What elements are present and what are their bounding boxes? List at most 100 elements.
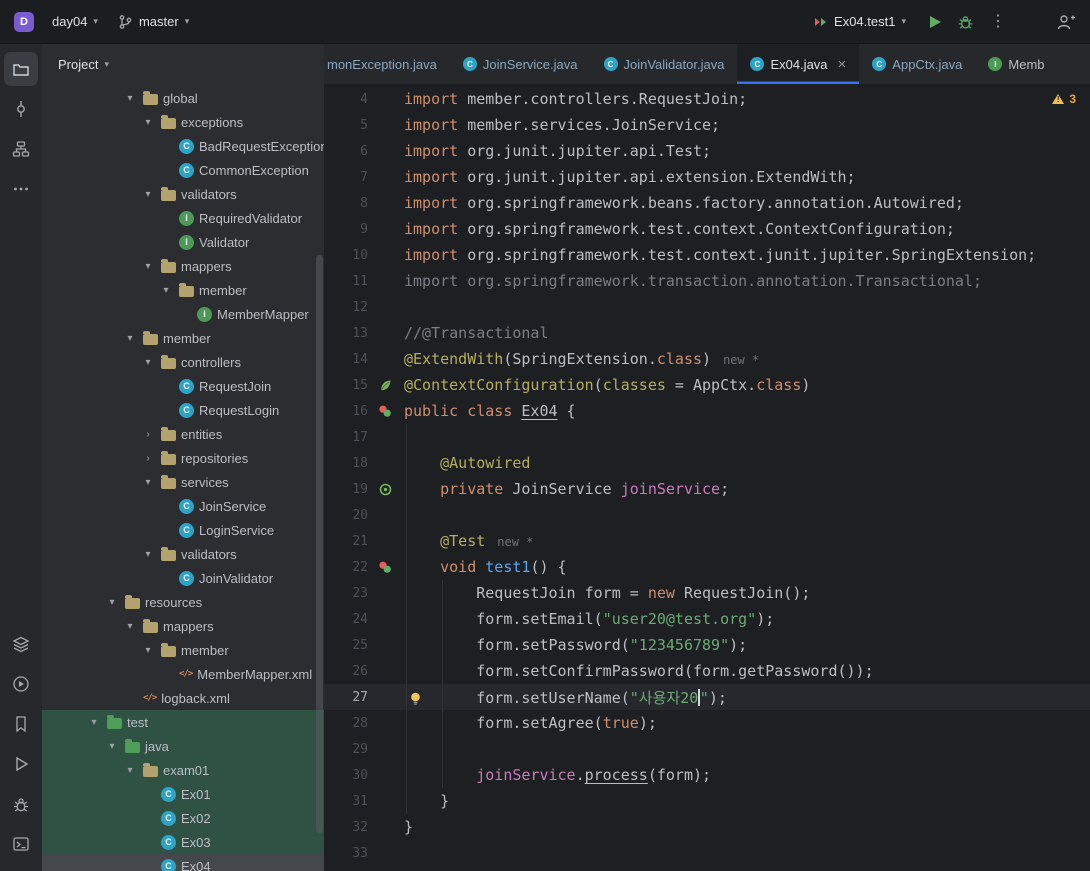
code-line-27[interactable]: 27 form.setUserName("사용자20 "); [324,684,1090,710]
chevron-down-icon[interactable]: ▾ [140,117,156,128]
code-text[interactable]: import member.controllers.RequestJoin; [402,90,1090,108]
code-line-8[interactable]: 8 import org.springframework.beans.factor… [324,190,1090,216]
tab-memb[interactable]: I Memb [975,44,1057,84]
chevron-right-icon[interactable]: › [140,429,156,440]
chevron-down-icon[interactable]: ▾ [140,645,156,656]
line-number[interactable]: 33 [324,846,368,861]
structure-tool-button[interactable] [4,132,38,166]
line-number[interactable]: 21 [324,534,368,549]
line-number[interactable]: 15 [324,378,368,393]
code-text[interactable]: RequestJoin form = new RequestJoin(); [402,584,1090,602]
tree-item-java[interactable]: ▾ java [42,734,324,758]
tree-item-controllers[interactable]: ▾ controllers [42,350,324,374]
code-text[interactable]: form.setAgree(true); [402,714,1090,732]
code-line-23[interactable]: 23 RequestJoin form = new RequestJoin(); [324,580,1090,606]
run-test-gutter-icon[interactable] [378,404,392,418]
tree-item-ex03[interactable]: C Ex03 [42,830,324,854]
code-line-17[interactable]: 17 [324,424,1090,450]
line-number[interactable]: 22 [324,560,368,575]
tree-item-member[interactable]: ▾ member [42,638,324,662]
tree-item-mappers[interactable]: ▾ mappers [42,614,324,638]
tree-item-member[interactable]: ▾ member [42,278,324,302]
chevron-down-icon[interactable]: ▾ [122,621,138,632]
spring-bean-gutter-icon[interactable] [379,483,392,496]
chevron-down-icon[interactable]: ▾ [122,93,138,104]
tree-item-joinservice[interactable]: C JoinService [42,494,324,518]
code-line-19[interactable]: 19 private JoinService joinService; [324,476,1090,502]
line-number[interactable]: 12 [324,300,368,315]
line-number[interactable]: 26 [324,664,368,679]
tree-item-ex02[interactable]: C Ex02 [42,806,324,830]
code-line-9[interactable]: 9 import org.springframework.test.context… [324,216,1090,242]
tree-item-requestlogin[interactable]: C RequestLogin [42,398,324,422]
line-number[interactable]: 28 [324,716,368,731]
code-line-25[interactable]: 25 form.setPassword("123456789"); [324,632,1090,658]
debug-button[interactable] [957,13,974,30]
code-text[interactable]: import org.junit.jupiter.api.Test; [402,142,1090,160]
tab-monexception-java[interactable]: monException.java [324,44,450,84]
collaborate-button[interactable] [1056,13,1076,31]
code-line-28[interactable]: 28 form.setAgree(true); [324,710,1090,736]
terminal-tool-button[interactable] [4,827,38,861]
chevron-down-icon[interactable]: ▾ [104,741,120,752]
code-text[interactable]: @ContextConfiguration(classes = AppCtx.c… [402,376,1090,394]
line-number[interactable]: 23 [324,586,368,601]
line-number[interactable]: 4 [324,92,368,107]
tree-item-repositories[interactable]: › repositories [42,446,324,470]
tab-appctx-java[interactable]: C AppCtx.java [859,44,975,84]
branch-switcher[interactable]: master ▾ [110,10,197,34]
code-line-21[interactable]: 21 @Test new * [324,528,1090,554]
tab-close-icon[interactable]: × [838,57,847,72]
line-number[interactable]: 6 [324,144,368,159]
tree-item-member[interactable]: ▾ member [42,326,324,350]
project-switcher[interactable]: day04 ▾ [44,10,106,33]
code-line-26[interactable]: 26 form.setConfirmPassword(form.getPassw… [324,658,1090,684]
run-button[interactable] [930,15,941,28]
chevron-down-icon[interactable]: ▾ [140,261,156,272]
code-line-6[interactable]: 6 import org.junit.jupiter.api.Test; [324,138,1090,164]
line-number[interactable]: 24 [324,612,368,627]
line-number[interactable]: 14 [324,352,368,367]
code-text[interactable]: public class Ex04 { [402,402,1090,420]
code-line-18[interactable]: 18 @Autowired [324,450,1090,476]
code-line-31[interactable]: 31 } [324,788,1090,814]
code-line-13[interactable]: 13 //@Transactional [324,320,1090,346]
code-line-29[interactable]: 29 [324,736,1090,762]
tree-item-joinvalidator[interactable]: C JoinValidator [42,566,324,590]
code-line-15[interactable]: 15 @ContextConfiguration(classes = AppCtx… [324,372,1090,398]
tree-item-entities[interactable]: › entities [42,422,324,446]
code-line-22[interactable]: 22 void test1() { [324,554,1090,580]
code-text[interactable]: form.setEmail("user20@test.org"); [402,610,1090,628]
tree-item-validators[interactable]: ▾ validators [42,182,324,206]
code-text[interactable]: import org.springframework.test.context.… [402,246,1090,264]
line-number[interactable]: 20 [324,508,368,523]
line-number[interactable]: 18 [324,456,368,471]
code-line-12[interactable]: 12 [324,294,1090,320]
code-text[interactable]: import org.springframework.transaction.a… [402,272,1090,290]
code-text[interactable]: //@Transactional [402,324,1090,342]
code-text[interactable]: @Autowired [402,454,1090,472]
more-tool-button[interactable] [4,172,38,206]
chevron-down-icon[interactable]: ▾ [122,765,138,776]
line-number[interactable]: 27 [324,690,368,705]
code-text[interactable]: import org.springframework.beans.factory… [402,194,1090,212]
run-config-selector[interactable]: Ex04.test1 ▾ [805,10,914,33]
tab-ex04-java[interactable]: C Ex04.java × [737,44,860,84]
line-number[interactable]: 11 [324,274,368,289]
tree-item-requestjoin[interactable]: C RequestJoin [42,374,324,398]
code-text[interactable]: import org.junit.jupiter.api.extension.E… [402,168,1090,186]
chevron-down-icon[interactable]: ▾ [122,333,138,344]
line-number[interactable]: 9 [324,222,368,237]
inspection-widget[interactable]: 3 [1052,92,1076,106]
code-line-33[interactable]: 33 [324,840,1090,866]
tree-item-test[interactable]: ▾ test [42,710,324,734]
more-actions-button[interactable]: ⋮ [990,13,1006,30]
chevron-down-icon[interactable]: ▾ [140,549,156,560]
debug-tool-button[interactable] [4,787,38,821]
tree-item-exam01[interactable]: ▾ exam01 [42,758,324,782]
code-line-11[interactable]: 11 import org.springframework.transaction… [324,268,1090,294]
code-text[interactable]: import member.services.JoinService; [402,116,1090,134]
intention-bulb-icon[interactable] [410,692,421,706]
spring-leaf-gutter-icon[interactable] [379,379,392,392]
tree-item-badrequestexception[interactable]: C BadRequestException [42,134,324,158]
